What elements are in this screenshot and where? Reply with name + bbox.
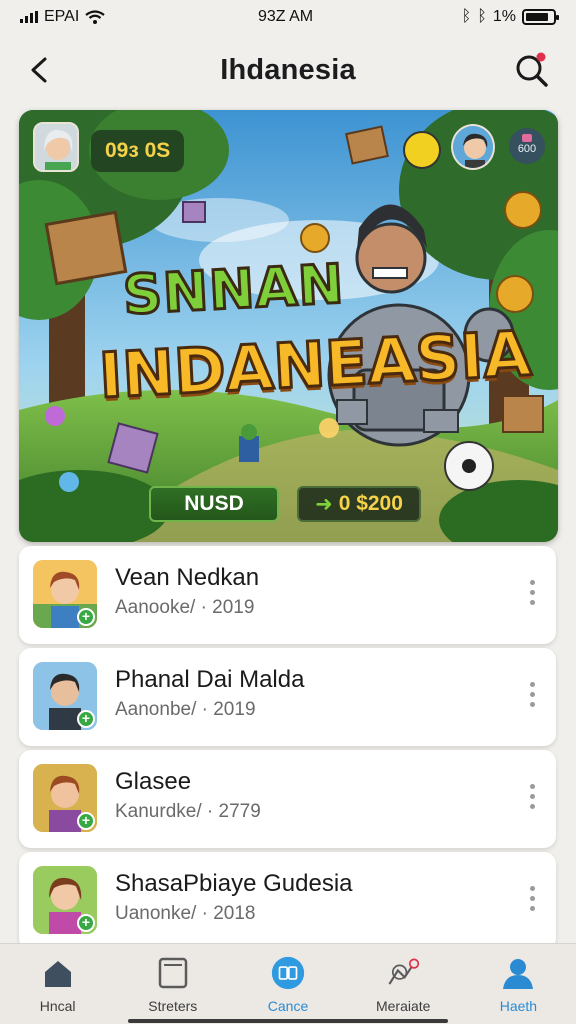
item-title: ShasaPbiaye Gudesia bbox=[115, 870, 353, 897]
tablet-icon bbox=[156, 956, 190, 990]
list-item[interactable]: + Phanal Dai Malda Aanonbe/ · 2019 bbox=[19, 648, 556, 746]
nav-label: Hncal bbox=[39, 998, 76, 1014]
add-badge-icon: + bbox=[77, 812, 95, 830]
list-item[interactable]: + Glasee Kanurdke/ · 2779 bbox=[19, 750, 556, 848]
item-thumbnail: + bbox=[33, 560, 97, 628]
wifi-icon bbox=[85, 10, 105, 24]
battery-icon bbox=[522, 9, 559, 25]
item-title: Phanal Dai Malda bbox=[115, 666, 305, 693]
item-thumbnail: + bbox=[33, 662, 97, 730]
amount-button[interactable]: ➜ 0 $200 bbox=[297, 486, 421, 522]
opponent-avatar[interactable] bbox=[451, 124, 495, 170]
nav-label: Streters bbox=[148, 998, 198, 1014]
profile-icon bbox=[501, 956, 535, 990]
list-item[interactable]: + Vean Nedkan Aanooke/ · 2019 bbox=[19, 546, 556, 644]
level-badge: 600 bbox=[509, 128, 545, 164]
item-meta: Aanonbe/ · 2019 bbox=[115, 699, 256, 720]
home-indicator bbox=[128, 1019, 448, 1023]
list-item[interactable]: + ShasaPbiaye Gudesia Uanonke/ · 2018 bbox=[19, 852, 556, 950]
nav-label: Haeth bbox=[499, 998, 538, 1014]
status-right: ᛒ ᛒ 1% bbox=[461, 8, 559, 26]
player-avatar[interactable] bbox=[33, 122, 79, 172]
item-meta: Uanonke/ · 2018 bbox=[115, 903, 256, 924]
player-avatar-image bbox=[35, 124, 77, 170]
status-left: EPAI bbox=[20, 8, 105, 26]
item-title: Vean Nedkan bbox=[115, 564, 260, 591]
nav-item-cance[interactable]: Cance bbox=[230, 944, 345, 1024]
search-icon[interactable] bbox=[514, 52, 550, 88]
add-badge-icon: + bbox=[77, 914, 95, 932]
amount-label: 0 $200 bbox=[338, 492, 403, 515]
nav-item-home[interactable]: Hncal bbox=[0, 944, 115, 1024]
bottom-nav: Hncal Streters Cance Meraiate Haeth bbox=[0, 943, 576, 1024]
carrier-label: EPAI bbox=[44, 8, 80, 25]
nav-label: Meraiate bbox=[375, 998, 431, 1014]
page-title: Ihdanesia bbox=[220, 53, 356, 86]
item-title: Glasee bbox=[115, 768, 192, 795]
game-banner[interactable]: 09з 0S 600 SNNAN INDANEASIA NUSD ➜ 0 $20… bbox=[19, 110, 558, 542]
home-icon bbox=[41, 956, 75, 990]
nav-label: Cance bbox=[267, 998, 309, 1014]
bluetooth-icon-2: ᛒ bbox=[477, 8, 487, 25]
battery-percent: 1% bbox=[492, 8, 516, 25]
back-arrow-icon[interactable] bbox=[24, 54, 56, 86]
add-badge-icon: + bbox=[77, 710, 95, 728]
item-thumbnail: + bbox=[33, 866, 97, 934]
header: Ihdanesia bbox=[0, 40, 576, 100]
item-meta: Kanurdke/ · 2779 bbox=[115, 801, 261, 822]
bluetooth-icon: ᛒ bbox=[461, 8, 472, 25]
signal-icon bbox=[20, 11, 38, 23]
nav-item-meraiate[interactable]: Meraiate bbox=[346, 944, 461, 1024]
more-options-icon[interactable] bbox=[526, 682, 538, 712]
nav-item-streters[interactable]: Streters bbox=[115, 944, 230, 1024]
status-bar: EPAI 93Z AM ᛒ ᛒ 1% bbox=[0, 0, 576, 34]
arrow-right-icon: ➜ bbox=[315, 492, 333, 516]
clock: 93Z AM bbox=[258, 8, 314, 25]
item-thumbnail: + bbox=[33, 764, 97, 832]
nav-item-haeth[interactable]: Haeth bbox=[461, 944, 576, 1024]
more-options-icon[interactable] bbox=[526, 784, 538, 814]
add-badge-icon: + bbox=[77, 608, 95, 626]
notification-icon bbox=[386, 956, 420, 990]
more-options-icon[interactable] bbox=[526, 580, 538, 610]
more-options-icon[interactable] bbox=[526, 886, 538, 916]
game-circle-icon bbox=[271, 956, 305, 990]
score-display: 09з 0S bbox=[91, 130, 185, 172]
item-meta: Aanooke/ · 2019 bbox=[115, 597, 255, 618]
game-title-line1: SNNAN bbox=[120, 251, 347, 328]
currency-button[interactable]: NUSD bbox=[149, 486, 279, 522]
